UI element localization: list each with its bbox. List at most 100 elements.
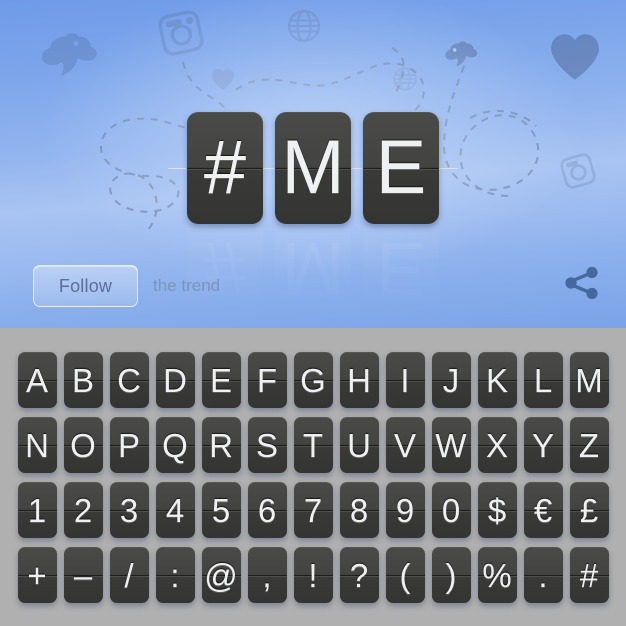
key-tile[interactable]: 6 xyxy=(247,482,287,538)
key-tile[interactable]: , xyxy=(247,547,287,603)
tile-glyph: ( xyxy=(399,556,411,594)
key-tile[interactable]: M xyxy=(569,352,609,408)
key-tile[interactable]: S xyxy=(247,417,287,473)
key-tile[interactable]: 8 xyxy=(339,482,379,538)
key-tile[interactable]: % xyxy=(477,547,517,603)
key-tile[interactable]: + xyxy=(17,547,57,603)
hero-flip-tile-reflection: E xyxy=(363,212,439,324)
tile-glyph: E xyxy=(375,226,427,311)
key-tile[interactable]: Q xyxy=(155,417,195,473)
tile-glyph: 8 xyxy=(349,491,369,529)
key-tile[interactable]: # xyxy=(569,547,609,603)
key-tile[interactable]: K xyxy=(477,352,517,408)
tile-glyph: @ xyxy=(204,556,238,594)
key-tile[interactable]: V xyxy=(385,417,425,473)
tile-glyph: N xyxy=(25,426,49,464)
key-tile[interactable]: O xyxy=(63,417,103,473)
key-tile[interactable]: W xyxy=(431,417,471,473)
tile-glyph: D xyxy=(163,361,187,399)
tile-glyph: M xyxy=(281,226,345,311)
key-tile[interactable]: $ xyxy=(477,482,517,538)
keyboard-row-1: ABCDEFGHIJKLM xyxy=(0,328,626,408)
twitter-bird-icon xyxy=(443,38,479,69)
tile-glyph: X xyxy=(485,426,508,464)
hero-flip-tile[interactable]: # xyxy=(187,112,263,224)
tile-glyph: 9 xyxy=(395,491,415,529)
tile-glyph: O xyxy=(70,426,96,464)
tile-glyph: G xyxy=(300,361,326,399)
key-tile[interactable]: P xyxy=(109,417,149,473)
tile-glyph: : xyxy=(170,556,180,594)
tile-glyph: P xyxy=(117,426,140,464)
key-tile[interactable]: 3 xyxy=(109,482,149,538)
key-tile[interactable]: Z xyxy=(569,417,609,473)
key-tile[interactable]: 7 xyxy=(293,482,333,538)
follow-button[interactable]: Follow xyxy=(33,265,138,307)
tile-glyph: S xyxy=(255,426,278,464)
tile-glyph: # xyxy=(203,125,247,210)
tile-glyph: L xyxy=(533,361,553,399)
tile-glyph: H xyxy=(347,361,371,399)
key-tile[interactable]: ! xyxy=(293,547,333,603)
tile-glyph: ) xyxy=(445,556,457,594)
tile-glyph: Z xyxy=(578,426,600,464)
key-tile[interactable]: 9 xyxy=(385,482,425,538)
key-tile[interactable]: F xyxy=(247,352,287,408)
key-tile[interactable]: 4 xyxy=(155,482,195,538)
key-tile[interactable]: £ xyxy=(569,482,609,538)
tile-glyph: / xyxy=(124,556,134,594)
globe-icon xyxy=(286,8,322,44)
tile-glyph: V xyxy=(393,426,416,464)
tile-glyph: Q xyxy=(162,426,188,464)
key-tile[interactable]: 1 xyxy=(17,482,57,538)
key-tile[interactable]: A xyxy=(17,352,57,408)
tile-glyph: – xyxy=(73,556,93,594)
key-tile[interactable]: € xyxy=(523,482,563,538)
key-tile[interactable]: Y xyxy=(523,417,563,473)
key-tile[interactable]: C xyxy=(109,352,149,408)
key-tile[interactable]: H xyxy=(339,352,379,408)
key-tile[interactable]: B xyxy=(63,352,103,408)
key-tile[interactable]: ? xyxy=(339,547,379,603)
tile-glyph: Y xyxy=(531,426,554,464)
key-tile[interactable]: 5 xyxy=(201,482,241,538)
key-tile[interactable]: E xyxy=(201,352,241,408)
key-tile[interactable]: – xyxy=(63,547,103,603)
key-tile[interactable]: L xyxy=(523,352,563,408)
key-tile[interactable]: R xyxy=(201,417,241,473)
key-tile[interactable]: . xyxy=(523,547,563,603)
hero-flip-tile[interactable]: M xyxy=(275,112,351,224)
tile-glyph: + xyxy=(27,556,47,594)
key-tile[interactable]: @ xyxy=(201,547,241,603)
key-tile[interactable]: J xyxy=(431,352,471,408)
tile-glyph: E xyxy=(375,125,427,210)
share-icon[interactable] xyxy=(564,266,600,305)
key-tile[interactable]: / xyxy=(109,547,149,603)
key-tile[interactable]: T xyxy=(293,417,333,473)
tile-glyph: C xyxy=(117,361,141,399)
hero-flip-tile[interactable]: E xyxy=(363,112,439,224)
key-tile[interactable]: : xyxy=(155,547,195,603)
tile-glyph: , xyxy=(262,556,272,594)
tile-glyph: M xyxy=(281,125,345,210)
instagram-camera-icon xyxy=(156,8,206,58)
tile-glyph: W xyxy=(435,426,467,464)
key-tile[interactable]: U xyxy=(339,417,379,473)
key-tile[interactable]: N xyxy=(17,417,57,473)
hero-banner: # M E # M E Follow the trend xyxy=(0,0,626,328)
keyboard-row-2: NOPQRSTUVWXYZ xyxy=(0,417,626,473)
follow-button-label: Follow xyxy=(58,275,113,296)
key-tile[interactable]: 2 xyxy=(63,482,103,538)
key-tile[interactable]: ( xyxy=(385,547,425,603)
key-tile[interactable]: X xyxy=(477,417,517,473)
key-tile[interactable]: I xyxy=(385,352,425,408)
keyboard-row-4: + – /: @,!? ()%. # xyxy=(0,547,626,603)
key-tile[interactable]: 0 xyxy=(431,482,471,538)
tile-glyph: J xyxy=(442,361,460,399)
hero-flip-tiles: # M E xyxy=(0,112,626,224)
key-tile[interactable]: D xyxy=(155,352,195,408)
key-tile[interactable]: G xyxy=(293,352,333,408)
key-tile[interactable]: ) xyxy=(431,547,471,603)
keyboard-row-3: 1 2 3 4 5 6 7 8 9 0 $ € £ xyxy=(0,482,626,538)
tile-glyph: € xyxy=(533,491,553,529)
